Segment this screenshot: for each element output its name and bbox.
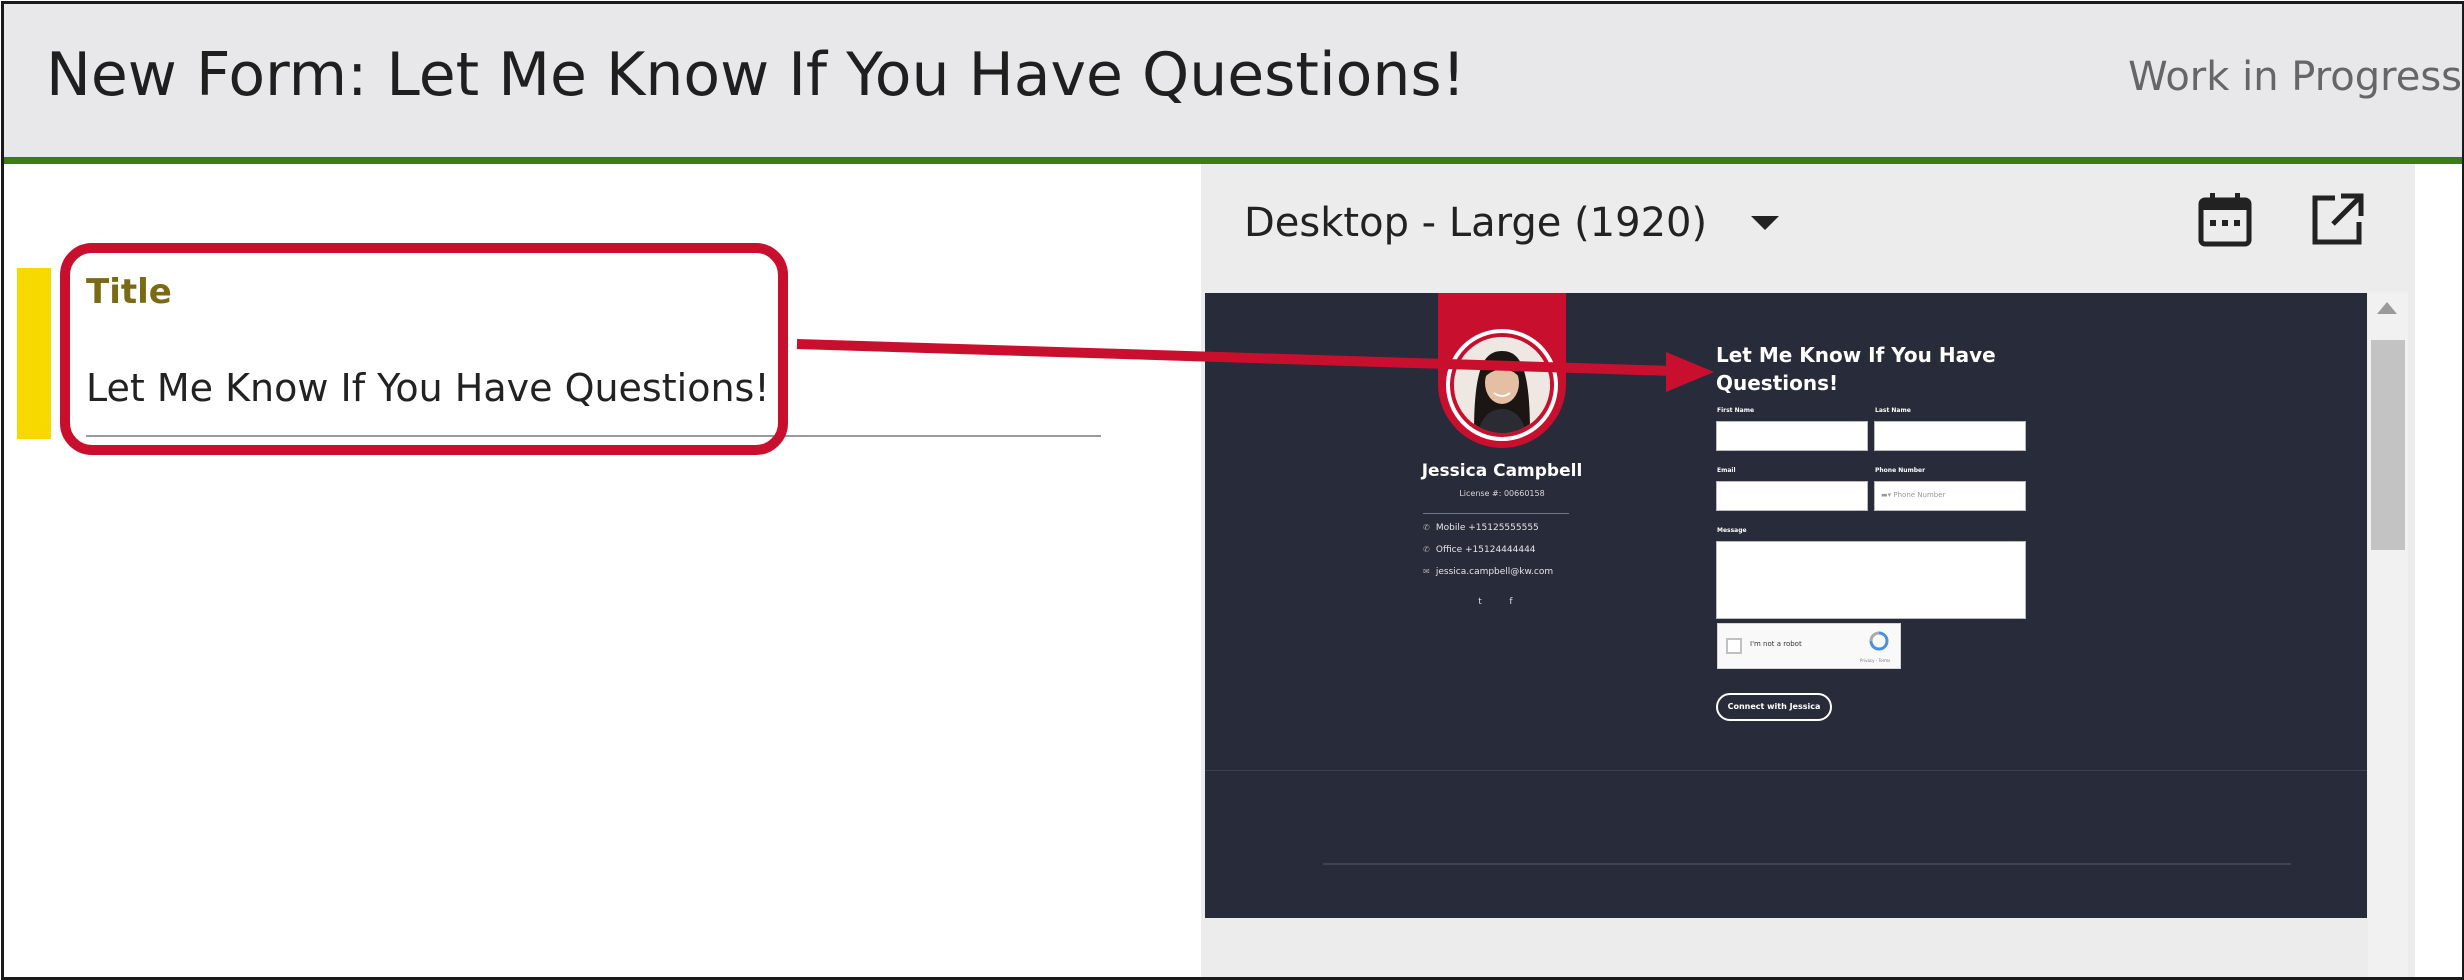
page-header: New Form: Let Me Know If You Have Questi… (4, 4, 2462, 164)
device-size-dropdown[interactable]: Desktop - Large (1920) (1244, 200, 1780, 246)
preview-scrollbar[interactable] (2368, 292, 2408, 977)
phone-icon: ✆ (1423, 545, 1430, 554)
connect-button[interactable]: Connect with Jessica (1716, 693, 1832, 721)
last-name-label: Last Name (1875, 407, 1911, 414)
recaptcha-terms: Privacy - Terms (1860, 658, 1891, 663)
footer-divider (1323, 863, 2291, 865)
recaptcha-icon (1869, 631, 1889, 651)
flag-icon: ▬▾ (1881, 491, 1892, 499)
facebook-icon[interactable]: f (1506, 597, 1516, 607)
chevron-down-icon (1751, 216, 1780, 230)
scroll-up-icon[interactable] (2377, 302, 2397, 314)
phone-label: Phone Number (1875, 467, 1926, 474)
open-external-icon[interactable] (2307, 190, 2367, 250)
window-frame: New Form: Let Me Know If You Have Questi… (1, 1, 2464, 980)
message-field[interactable] (1716, 541, 2026, 619)
agent-name: Jessica Campbell (1421, 461, 1583, 481)
phone-icon: ✆ (1423, 523, 1430, 532)
agent-divider (1423, 513, 1569, 514)
mail-icon: ✉ (1423, 567, 1430, 576)
phone-field[interactable]: ▬▾ Phone Number (1874, 481, 2026, 511)
preview-toolbar: Desktop - Large (1920) (1201, 164, 2415, 292)
office-text: Office +15124444444 (1435, 545, 1536, 555)
recaptcha-text: I'm not a robot (1750, 640, 1802, 648)
phone-placeholder: Phone Number (1893, 491, 1946, 499)
page-title: New Form: Let Me Know If You Have Questi… (46, 40, 1466, 110)
annotation-highlight-box (60, 243, 788, 455)
twitter-icon[interactable]: t (1475, 597, 1485, 607)
scrollbar-thumb[interactable] (2371, 340, 2405, 550)
calendar-icon[interactable] (2195, 190, 2255, 250)
recaptcha-widget[interactable]: I'm not a robot Privacy - Terms (1717, 623, 1901, 669)
preview-page: Jessica Campbell License #: 00660158 ✆ M… (1205, 293, 2367, 918)
first-name-field[interactable] (1716, 421, 1868, 451)
mobile-row[interactable]: ✆ Mobile +15125555555 (1423, 523, 1539, 533)
first-name-label: First Name (1717, 407, 1755, 414)
agent-license: License #: 00660158 (1459, 489, 1545, 498)
last-name-field[interactable] (1874, 421, 2026, 451)
avatar (1454, 337, 1550, 433)
device-size-label: Desktop - Large (1920) (1244, 200, 1708, 246)
email-label: Email (1717, 467, 1736, 474)
mobile-text: Mobile +15125555555 (1435, 523, 1539, 533)
office-row[interactable]: ✆ Office +15124444444 (1423, 545, 1536, 555)
email-row[interactable]: ✉ jessica.campbell@kw.com (1423, 567, 1553, 577)
email-field[interactable] (1716, 481, 1868, 511)
footer-separator (1205, 770, 2367, 771)
field-focus-indicator (17, 268, 51, 439)
recaptcha-checkbox[interactable] (1726, 638, 1742, 654)
form-title: Let Me Know If You Have Questions! (1716, 343, 1996, 395)
message-label: Message (1717, 527, 1747, 534)
email-text: jessica.campbell@kw.com (1435, 567, 1554, 577)
status-label: Work in Progress (2128, 54, 2462, 100)
